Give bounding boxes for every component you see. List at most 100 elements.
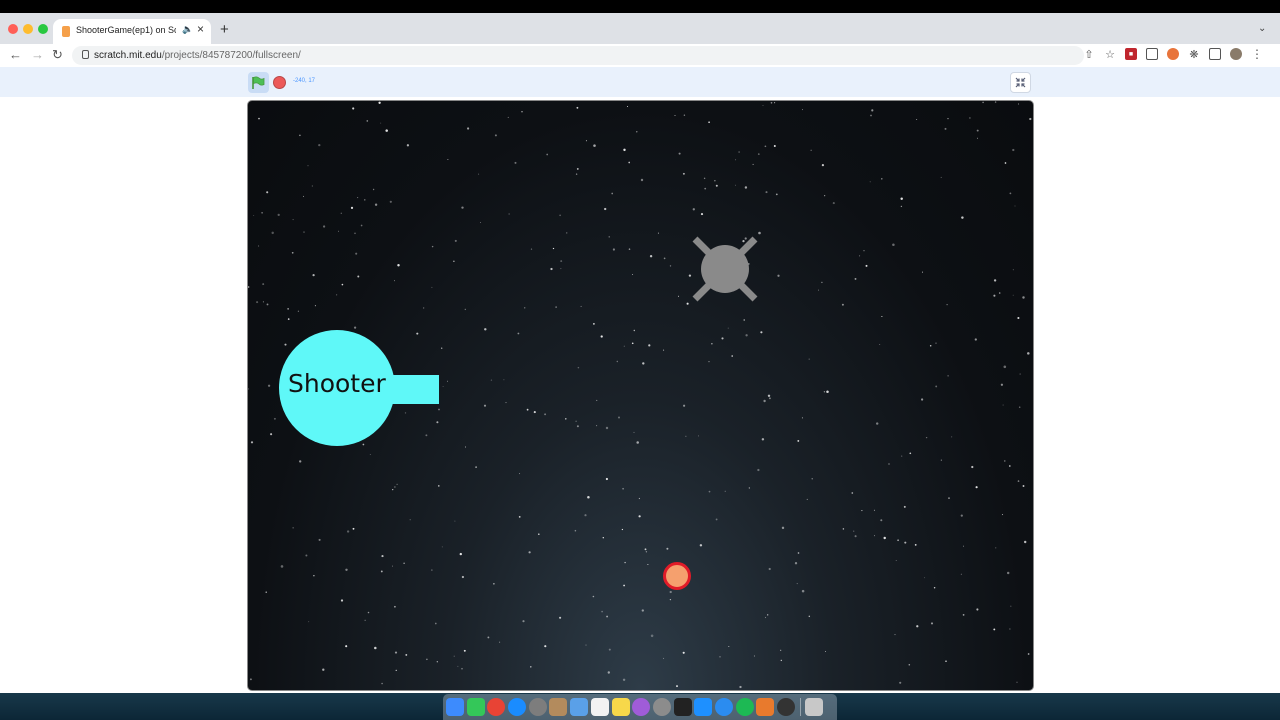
- forward-button[interactable]: →: [31, 47, 44, 62]
- star: [735, 184, 736, 186]
- star: [993, 294, 996, 297]
- notes-icon[interactable]: [611, 698, 630, 716]
- chevron-down-icon[interactable]: ⌄: [1258, 23, 1266, 34]
- speaker-icon[interactable]: 🔈: [182, 24, 193, 35]
- star: [616, 360, 619, 363]
- window-minimize-button[interactable]: [23, 24, 33, 34]
- star: [824, 195, 826, 197]
- star: [735, 159, 737, 161]
- star: [499, 641, 501, 643]
- safari-icon[interactable]: [508, 698, 527, 716]
- star: [1016, 681, 1018, 683]
- profile-avatar-icon[interactable]: [1230, 48, 1242, 60]
- star: [748, 487, 750, 489]
- star: [394, 280, 396, 282]
- reload-button[interactable]: ↻: [52, 47, 63, 63]
- unfullscreen-icon: [1015, 77, 1026, 88]
- launchpad-icon[interactable]: [652, 698, 671, 716]
- star: [683, 114, 686, 116]
- menu-kebab-icon[interactable]: ⋮: [1251, 47, 1263, 61]
- system-preferences-icon[interactable]: [528, 698, 547, 716]
- star: [1027, 653, 1030, 655]
- star: [895, 560, 897, 562]
- share-icon[interactable]: ⇧: [1083, 48, 1095, 61]
- star: [287, 308, 289, 310]
- star: [641, 609, 644, 612]
- star: [607, 671, 610, 674]
- game-stage[interactable]: Shooter: [247, 100, 1034, 691]
- star: [632, 274, 634, 275]
- contacts-icon[interactable]: [549, 698, 568, 716]
- star: [974, 338, 977, 341]
- spotify-icon[interactable]: [735, 698, 754, 716]
- star: [374, 203, 378, 206]
- star: [575, 420, 577, 422]
- star: [560, 260, 563, 263]
- flag-icon: [252, 75, 265, 89]
- apple-tv-icon[interactable]: [673, 698, 692, 716]
- side-panel-icon[interactable]: [1209, 48, 1221, 60]
- star: [708, 361, 710, 363]
- star: [292, 527, 294, 529]
- finder-icon[interactable]: [446, 698, 464, 716]
- green-flag-button[interactable]: [248, 72, 269, 93]
- star: [796, 583, 798, 585]
- messages-icon[interactable]: [466, 698, 485, 716]
- preview-icon[interactable]: [570, 698, 589, 716]
- close-icon[interactable]: ×: [197, 22, 204, 36]
- address-bar[interactable]: scratch.mit.edu/projects/845787200/fulls…: [72, 46, 1084, 65]
- star: [369, 454, 371, 455]
- star: [631, 342, 634, 345]
- browser-tab[interactable]: ShooterGame(ep1) on Scra 🔈 ×: [53, 19, 211, 44]
- lock-icon[interactable]: [82, 50, 89, 59]
- extension-box-icon[interactable]: [1146, 48, 1158, 60]
- photos-icon[interactable]: [590, 698, 609, 716]
- star: [797, 552, 800, 554]
- star: [780, 649, 782, 651]
- star: [699, 544, 703, 547]
- star: [757, 468, 760, 472]
- obs-icon[interactable]: [777, 698, 795, 716]
- extension-shield-icon[interactable]: ■: [1125, 48, 1137, 60]
- app-store-icon[interactable]: [694, 698, 713, 716]
- star: [930, 622, 934, 625]
- star: [596, 425, 598, 427]
- star: [605, 426, 609, 430]
- star: [851, 492, 854, 494]
- tab-strip: ShooterGame(ep1) on Scra 🔈 × + ⌄: [0, 13, 1280, 44]
- star-icon[interactable]: ☆: [1104, 48, 1116, 61]
- trash-icon[interactable]: [805, 698, 824, 716]
- stop-button[interactable]: [273, 76, 286, 89]
- window-zoom-button[interactable]: [38, 24, 48, 34]
- star: [467, 127, 470, 130]
- star: [644, 548, 647, 551]
- star: [575, 173, 578, 175]
- star: [1014, 205, 1016, 207]
- exit-fullscreen-button[interactable]: [1010, 72, 1031, 93]
- star: [1000, 383, 1004, 386]
- podcasts-icon[interactable]: [632, 698, 651, 716]
- star: [677, 295, 680, 297]
- chrome-icon[interactable]: [487, 698, 506, 716]
- star: [666, 547, 669, 550]
- star: [1008, 465, 1011, 467]
- star: [574, 529, 577, 532]
- star: [308, 621, 310, 623]
- star: [708, 121, 710, 124]
- messenger-icon[interactable]: [714, 698, 733, 716]
- star: [352, 107, 355, 110]
- star: [760, 331, 763, 334]
- star: [859, 255, 861, 257]
- star: [682, 651, 685, 654]
- back-button[interactable]: ←: [9, 47, 22, 62]
- window-close-button[interactable]: [8, 24, 18, 34]
- extension-orange-icon[interactable]: [1167, 48, 1179, 60]
- star: [431, 569, 433, 571]
- star: [314, 305, 316, 307]
- new-tab-button[interactable]: +: [220, 22, 229, 37]
- star: [475, 466, 477, 468]
- star: [291, 251, 294, 254]
- puzzle-icon[interactable]: ❋: [1188, 48, 1200, 61]
- books-icon[interactable]: [756, 698, 775, 716]
- star: [801, 109, 804, 111]
